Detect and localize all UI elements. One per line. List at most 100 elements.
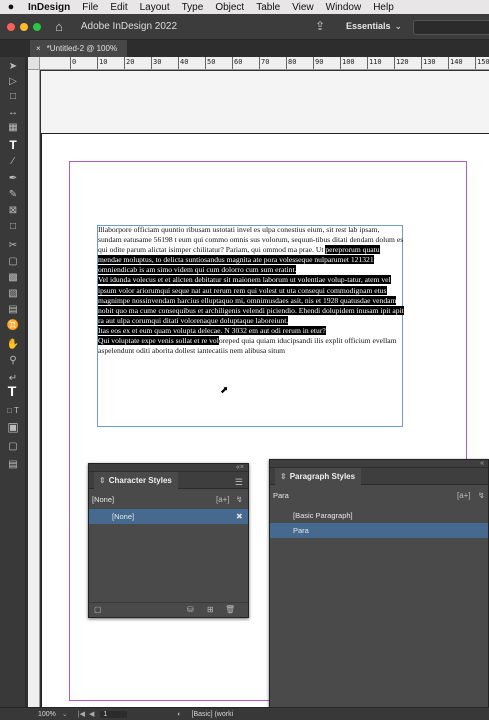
view-mode-icon[interactable]: ▢	[5, 441, 21, 453]
chevron-icon: ⇕	[280, 471, 287, 481]
app-title: Adobe InDesign 2022	[80, 21, 178, 32]
ruler-tick	[205, 57, 206, 69]
line-tool-icon[interactable]: ∕	[5, 156, 21, 168]
new-style-icon[interactable]: ⊞	[207, 605, 214, 614]
search-input[interactable]	[413, 20, 489, 35]
ruler-tick	[340, 57, 341, 69]
menu-layout[interactable]: Layout	[134, 2, 176, 13]
ruler-tick-label: 150	[477, 58, 489, 66]
ruler-tick-label: 30	[153, 58, 162, 66]
eyedropper-tool-icon[interactable]: ♊	[5, 320, 21, 332]
panel-tab-character-styles[interactable]: ⇕ Character Styles	[94, 471, 178, 489]
style-list-item[interactable]: [Basic Paragraph]	[270, 508, 488, 523]
style-list-item[interactable]: Para	[270, 523, 488, 538]
minimize-window-button[interactable]	[20, 22, 28, 31]
ruler-tick-label: 70	[261, 58, 270, 66]
pen-tool-icon[interactable]: ✒	[5, 173, 21, 185]
ruler-tick-label: 100	[342, 58, 355, 66]
ruler-tick-label: 40	[180, 58, 189, 66]
free-transform-tool-icon[interactable]: ▢	[5, 256, 21, 268]
pencil-tool-icon[interactable]: ✎	[5, 189, 21, 201]
type-tool-icon[interactable]: T	[5, 139, 21, 151]
tools-panel: ➤ ▷ □ ↔ ▦ T ∕ ✒ ✎ ⊠ □ ✂ ▢ ▩ ▧ ▤ ♊ ✋ ⚲ ↵ …	[0, 57, 26, 707]
gap-tool-icon[interactable]: ↔	[5, 107, 21, 119]
selected-text: Itas eos ex et eum quam volupta delecae.…	[98, 325, 326, 335]
screen-mode-icon[interactable]: ▤	[5, 459, 21, 471]
ruler-tick	[97, 57, 98, 69]
page-number-field[interactable]: 1	[100, 710, 128, 718]
menu-file[interactable]: File	[76, 2, 104, 13]
ruler-tick-label: 60	[234, 58, 243, 66]
style-status[interactable]: [Basic] (worki	[192, 711, 234, 718]
ruler-tick	[178, 57, 179, 69]
document-tab[interactable]: × *Untitled-2 @ 100%	[30, 40, 127, 57]
menu-table[interactable]: Table	[250, 2, 286, 13]
direct-selection-tool-icon[interactable]: ▷	[5, 76, 21, 88]
close-icon[interactable]: ×	[36, 44, 41, 53]
scissors-tool-icon[interactable]: ✂	[5, 240, 21, 252]
apple-logo-icon[interactable]: ●	[0, 1, 22, 13]
hand-tool-icon[interactable]: ✋	[5, 339, 21, 351]
selection-tool-icon[interactable]: ➤	[5, 61, 21, 73]
gradient-swatch-tool-icon[interactable]: ▩	[5, 272, 21, 284]
fill-stroke-type-icon[interactable]: T	[3, 383, 21, 399]
zoom-level[interactable]: 100%	[38, 711, 56, 718]
ruler-tick	[313, 57, 314, 69]
horizontal-ruler[interactable]: 0 10 20 30 40 50 60 70 80 90 100 110 120 130 140 150	[40, 57, 489, 70]
ruler-tick-label: 120	[396, 58, 409, 66]
content-collector-tool-icon[interactable]: ▦	[5, 122, 21, 134]
note-tool-icon[interactable]: ▤	[5, 304, 21, 316]
panel-tab-paragraph-styles[interactable]: ⇕ Paragraph Styles	[275, 467, 362, 485]
page-tool-icon[interactable]: □	[5, 91, 21, 103]
apply-color-icon[interactable]: ▣	[5, 421, 21, 433]
panel-footer: ▢ ⛁ ⊞ 🗑	[89, 602, 248, 617]
panel-header: ⇕ Character Styles	[89, 471, 248, 489]
preflight-icon[interactable]: ◐	[177, 711, 181, 718]
lightning-icon[interactable]: ↯	[478, 491, 485, 500]
current-style-row: [None] [a+] ↯	[89, 492, 248, 507]
chevron-down-icon: ⌄	[394, 21, 403, 31]
text-frame-story[interactable]: Illaborpore officiam quuntio ribusam ust…	[98, 225, 404, 356]
create-style-icon[interactable]: [a+]	[457, 491, 471, 500]
style-list-item[interactable]: [None] ✖	[89, 509, 248, 524]
ruler-tick-label: 110	[369, 58, 382, 66]
ruler-tick	[70, 57, 71, 69]
menu-object[interactable]: Object	[209, 2, 250, 13]
zoom-window-button[interactable]	[33, 22, 41, 31]
menu-help[interactable]: Help	[367, 2, 400, 13]
menu-view[interactable]: View	[286, 2, 320, 13]
ruler-tick-label: 140	[450, 58, 463, 66]
create-style-icon[interactable]: [a+]	[216, 495, 230, 504]
character-styles-panel: «× ⇕ Character Styles ☰ [None] [a+] ↯ [No…	[88, 463, 249, 618]
document-tab-bar: × *Untitled-2 @ 100%	[0, 40, 489, 57]
home-icon[interactable]: ⌂	[55, 19, 63, 34]
panel-menu-icon[interactable]: ☰	[235, 477, 243, 488]
menu-edit[interactable]: Edit	[104, 2, 133, 13]
vertical-ruler[interactable]	[28, 70, 40, 707]
rectangle-frame-tool-icon[interactable]: ⊠	[5, 205, 21, 217]
zoom-tool-icon[interactable]: ⚲	[5, 355, 21, 367]
close-window-button[interactable]	[7, 22, 15, 31]
ruler-tick	[448, 57, 449, 69]
ruler-origin[interactable]	[28, 57, 40, 70]
delete-icon[interactable]: 🗑	[225, 605, 235, 614]
selected-text: Vel idunda volecus et et alicten debitat…	[98, 275, 404, 325]
menu-type[interactable]: Type	[176, 2, 210, 13]
gradient-feather-tool-icon[interactable]: ▧	[5, 288, 21, 300]
menu-window[interactable]: Window	[320, 2, 368, 13]
menu-app-name[interactable]: InDesign	[22, 2, 76, 13]
formatting-affects-icon[interactable]: □ T	[5, 405, 21, 417]
workspace-switcher[interactable]: Essentials ⌄	[346, 21, 402, 32]
rectangle-tool-icon[interactable]: □	[5, 221, 21, 233]
first-page-icon[interactable]: |◀	[78, 710, 85, 718]
ruler-tick	[259, 57, 260, 69]
clear-overrides-icon[interactable]: ▢	[94, 605, 102, 614]
previous-page-icon[interactable]: ◀	[89, 710, 94, 718]
lightning-icon[interactable]: ↯	[236, 495, 243, 504]
ruler-tick	[124, 57, 125, 69]
share-icon[interactable]: ⇪	[315, 19, 325, 33]
style-list-item-label: [Basic Paragraph]	[293, 511, 353, 520]
new-group-icon[interactable]: ⛁	[187, 605, 194, 614]
ruler-tick	[151, 57, 152, 69]
chevron-down-icon[interactable]: ⌄	[62, 710, 68, 718]
